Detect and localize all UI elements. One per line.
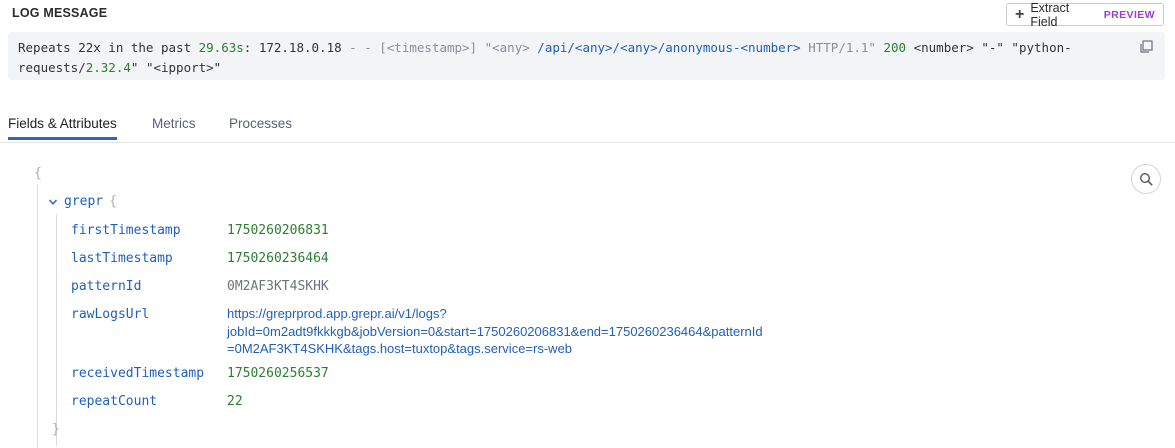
- msg-text: Repeats 22x in the past: [18, 40, 199, 55]
- msg-text: " "<ipport>": [130, 59, 222, 75]
- grepr-group-header[interactable]: grepr {: [48, 194, 117, 209]
- chevron-down-icon[interactable]: [48, 197, 58, 207]
- url-line[interactable]: jobId=0m2adt9fkkkgb&jobVersion=0&start=1…: [227, 323, 763, 341]
- tree-guide-line: [37, 184, 38, 448]
- field-key[interactable]: lastTimestamp: [71, 251, 173, 266]
- search-button[interactable]: [1131, 164, 1161, 194]
- search-icon: [1139, 172, 1153, 186]
- tree-open-brace: {: [34, 166, 42, 181]
- grepr-key: grepr: [64, 194, 104, 209]
- log-message-line-1: Repeats 22x in the past 29.63s: 172.18.0…: [18, 38, 1125, 58]
- msg-status: 200: [883, 40, 907, 55]
- log-message-box: Repeats 22x in the past 29.63s: 172.18.0…: [8, 32, 1165, 80]
- copy-icon[interactable]: [1139, 40, 1153, 54]
- log-message-line-2: requests/2.32.4" "<ipport>": [18, 58, 1125, 78]
- tab-metrics[interactable]: Metrics: [152, 116, 196, 140]
- field-key[interactable]: patternId: [71, 279, 141, 294]
- msg-path: /api/<any>/<any>/anonymous-<number>: [537, 40, 801, 55]
- tree-guide-line: [56, 214, 57, 446]
- field-key[interactable]: rawLogsUrl: [71, 307, 149, 322]
- url-line[interactable]: =0M2AF3KT4SKHK&tags.host=tuxtop&tags.ser…: [227, 340, 763, 358]
- msg-text: requests/: [18, 59, 86, 75]
- grepr-open-brace: {: [109, 194, 117, 209]
- preview-badge: PREVIEW: [1103, 8, 1155, 21]
- field-value[interactable]: 1750260236464: [227, 251, 329, 266]
- field-value[interactable]: 22: [227, 394, 243, 409]
- log-message-title: LOG MESSAGE: [12, 6, 108, 20]
- field-value[interactable]: 0M2AF3KT4SKHK: [227, 279, 329, 294]
- field-key[interactable]: firstTimestamp: [71, 223, 181, 238]
- tab-fields-attributes[interactable]: Fields & Attributes: [8, 116, 117, 140]
- tab-processes[interactable]: Processes: [229, 116, 292, 140]
- msg-version: 2.32.4: [85, 59, 131, 75]
- msg-duration: 29.63s: [198, 40, 244, 55]
- msg-text: [<timestamp>] "<any>: [371, 40, 538, 55]
- msg-text: <number> "-" "python-: [906, 40, 1072, 55]
- msg-text: HTTP/1.1": [800, 40, 884, 55]
- field-key[interactable]: repeatCount: [71, 394, 157, 409]
- grepr-close-brace: }: [52, 422, 60, 437]
- tab-bar: Fields & Attributes Metrics Processes: [0, 106, 1175, 143]
- extract-field-label: Extract Field: [1030, 0, 1070, 29]
- url-line[interactable]: https://greprprod.app.grepr.ai/v1/logs?: [227, 305, 763, 323]
- plus-icon: +: [1015, 5, 1025, 23]
- raw-logs-url-link[interactable]: https://greprprod.app.grepr.ai/v1/logs? …: [227, 305, 763, 358]
- msg-dashes: - -: [349, 40, 372, 55]
- msg-text: : 172.18.0.18: [243, 40, 350, 55]
- field-value[interactable]: 1750260256537: [227, 366, 329, 381]
- field-value[interactable]: 1750260206831: [227, 223, 329, 238]
- extract-field-button[interactable]: + Extract Field PREVIEW: [1006, 0, 1164, 29]
- field-key[interactable]: receivedTimestamp: [71, 366, 204, 381]
